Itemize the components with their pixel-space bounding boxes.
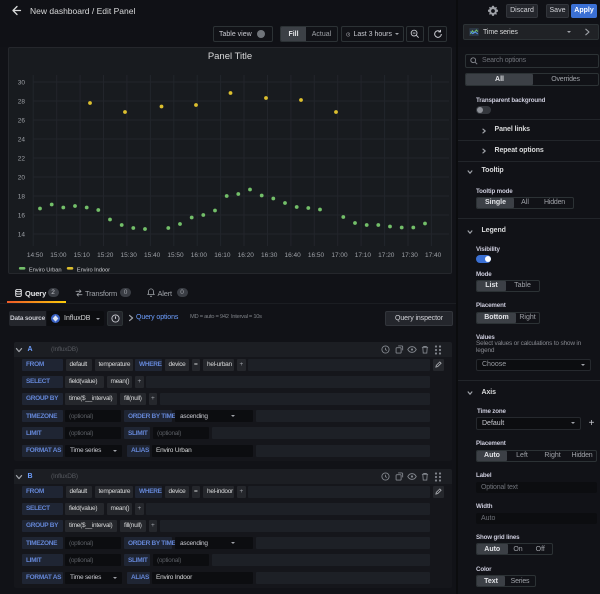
svg-text:17:40: 17:40 [425,252,442,259]
svg-text:17:20: 17:20 [378,252,395,259]
svg-text:17:30: 17:30 [402,252,419,259]
svg-text:22: 22 [18,156,26,163]
svg-text:30: 30 [18,80,26,87]
svg-text:26: 26 [18,118,26,125]
svg-text:16:00: 16:00 [191,252,208,259]
svg-text:15:20: 15:20 [97,252,114,259]
svg-text:17:10: 17:10 [355,252,372,259]
svg-text:20: 20 [18,175,26,182]
svg-text:15:10: 15:10 [74,252,91,259]
svg-text:14: 14 [18,232,26,239]
svg-text:Enviro Urban: Enviro Urban [29,267,62,273]
svg-text:14:50: 14:50 [27,252,44,259]
svg-text:16:20: 16:20 [238,252,255,259]
svg-text:16:40: 16:40 [284,252,301,259]
svg-text:15:30: 15:30 [121,252,138,259]
svg-text:18: 18 [18,194,26,201]
svg-text:17:00: 17:00 [331,252,348,259]
svg-text:16:50: 16:50 [308,252,325,259]
svg-text:16:30: 16:30 [261,252,278,259]
svg-text:15:40: 15:40 [144,252,161,259]
svg-text:24: 24 [18,137,26,144]
svg-text:15:50: 15:50 [167,252,184,259]
svg-text:15:00: 15:00 [50,252,67,259]
svg-text:28: 28 [18,99,26,106]
svg-text:Enviro Indoor: Enviro Indoor [77,267,110,273]
svg-text:16: 16 [18,213,26,220]
svg-text:16:10: 16:10 [214,252,231,259]
